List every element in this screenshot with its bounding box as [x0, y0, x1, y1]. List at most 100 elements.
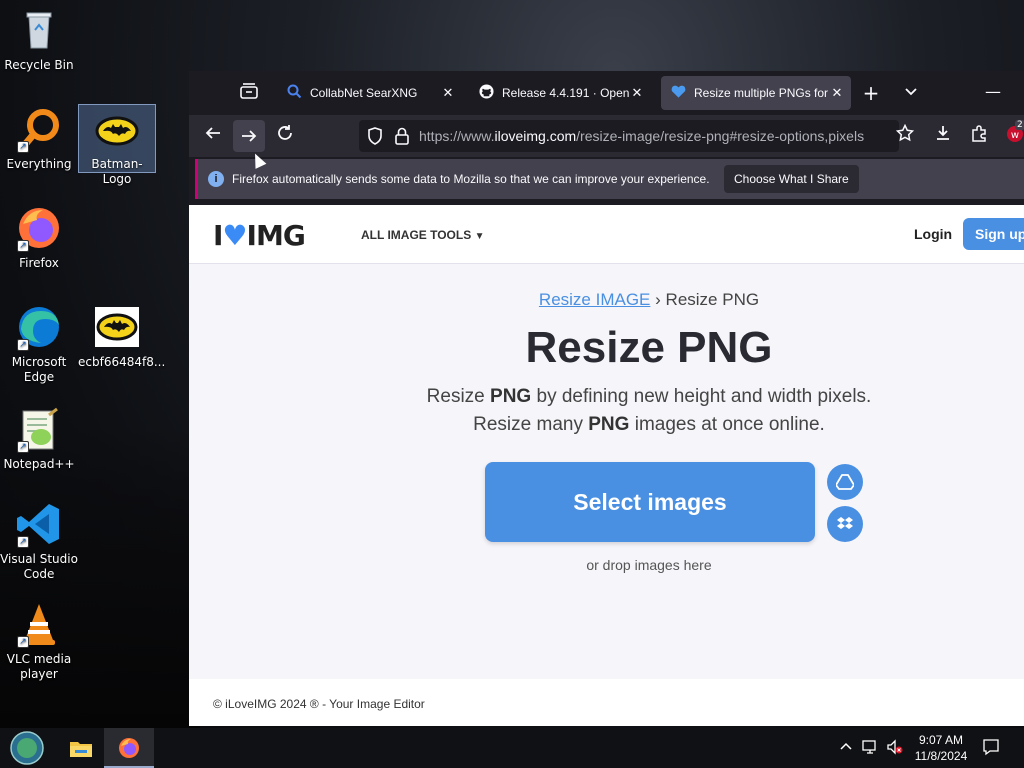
all-image-tools-menu[interactable]: ALL IMAGE TOOLS ▼	[361, 228, 484, 242]
select-images-button[interactable]: Select images	[485, 462, 815, 542]
breadcrumb-separator: ›	[655, 290, 661, 309]
lock-icon[interactable]	[395, 127, 409, 148]
iloveimg-icon	[671, 85, 686, 102]
tab-github-release[interactable]: Release 4.4.191 · Open-Sh ✕	[469, 76, 651, 110]
extension-badge: 2	[1015, 120, 1024, 130]
vscode-icon: ↗	[15, 500, 63, 548]
desktop-icon-label: ecbf66484f8...	[78, 355, 166, 369]
desktop-icon-label: Microsoft Edge	[11, 355, 67, 384]
iloveimg-logo[interactable]: I♥IMG	[213, 219, 306, 252]
reload-icon[interactable]	[273, 124, 297, 148]
shortcut-arrow-icon: ↗	[17, 240, 29, 252]
dropbox-button[interactable]	[827, 506, 863, 542]
svg-text:w: w	[1011, 130, 1019, 141]
back-arrow-icon[interactable]	[201, 124, 225, 148]
site-header: I♥IMG ALL IMAGE TOOLS ▼ Login Sign up	[189, 205, 1024, 264]
login-link[interactable]: Login	[914, 226, 952, 242]
taskbar-file-explorer[interactable]	[56, 728, 106, 768]
firefox-view-icon[interactable]	[237, 83, 261, 103]
signup-button[interactable]: Sign up	[963, 218, 1024, 250]
volume-muted-icon[interactable]	[886, 739, 904, 758]
search-icon	[287, 84, 302, 103]
page-subtitle: Resize PNG by defining new height and wi…	[426, 386, 872, 435]
info-icon: i	[208, 171, 224, 187]
desktop-icon-notepadpp[interactable]: ↗ Notepad++	[0, 405, 78, 472]
desktop-icon-vlc[interactable]: ↗ VLC media player	[0, 600, 78, 682]
firefox-icon: ↗	[15, 204, 63, 252]
start-button[interactable]	[2, 728, 52, 768]
desktop-icon-everything[interactable]: ↗ Everything	[0, 105, 78, 172]
breadcrumb: Resize IMAGE › Resize PNG	[189, 290, 1024, 310]
system-clock[interactable]: 9:07 AM 11/8/2024	[908, 732, 974, 764]
page-title: Resize PNG	[525, 323, 773, 372]
notification-message: Firefox automatically sends some data to…	[232, 172, 710, 186]
desktop-icon-label: Visual Studio Code	[0, 552, 78, 581]
taskbar-firefox[interactable]	[104, 728, 154, 768]
dropbox-icon	[837, 517, 853, 529]
extension-w-icon[interactable]: w 2	[1003, 120, 1024, 148]
network-icon[interactable]	[862, 739, 880, 758]
firefox-icon	[119, 738, 139, 758]
url-bar[interactable]: https://www.iloveimg.com/resize-image/re…	[359, 120, 899, 152]
breadcrumb-link-resize-image[interactable]: Resize IMAGE	[539, 290, 650, 309]
clock-date: 11/8/2024	[914, 749, 968, 763]
start-orb-icon	[10, 731, 44, 765]
action-center-notifications-icon[interactable]	[982, 738, 1000, 759]
drop-images-hint: or drop images here	[586, 557, 712, 573]
vlc-icon: ↗	[15, 600, 63, 648]
forward-arrow-icon[interactable]	[233, 120, 265, 152]
desktop-icon-microsoft-edge[interactable]: ↗ Microsoft Edge	[0, 303, 78, 385]
desktop-icon-label: Firefox	[19, 256, 59, 270]
edge-icon: ↗	[15, 303, 63, 351]
choose-what-i-share-button[interactable]: Choose What I Share	[724, 165, 859, 193]
desktop-icon-batman-image[interactable]: ecbf66484f8...	[78, 303, 165, 370]
desktop-icon-label: Notepad++	[3, 457, 75, 471]
close-tab-icon[interactable]: ✕	[629, 85, 645, 101]
shortcut-arrow-icon: ↗	[17, 339, 29, 351]
extensions-puzzle-icon[interactable]	[967, 124, 991, 148]
desktop-icon-label: Everything	[6, 157, 72, 171]
new-tab-plus-icon[interactable]: +	[859, 81, 883, 105]
tracking-shield-icon[interactable]	[367, 127, 383, 148]
batman-logo-icon	[93, 105, 141, 153]
data-collection-notification-bar: i Firefox automatically sends some data …	[195, 159, 1024, 199]
url-text: https://www.iloveimg.com/resize-image/re…	[419, 128, 865, 144]
desktop-icon-firefox[interactable]: ↗ Firefox	[0, 204, 78, 271]
file-explorer-icon	[70, 742, 92, 757]
tab-bar: CollabNet SearXNG ✕ Release 4.4.191 · Op…	[189, 71, 1024, 115]
site-footer: © iLoveIMG 2024 ® - Your Image Editor	[189, 679, 1024, 726]
heart-icon: ♥	[222, 219, 247, 252]
shortcut-arrow-icon: ↗	[17, 141, 29, 153]
web-page: I♥IMG ALL IMAGE TOOLS ▼ Login Sign up Re…	[189, 205, 1024, 726]
desktop-icon-vscode[interactable]: ↗ Visual Studio Code	[0, 500, 78, 582]
taskbar: 9:07 AM 11/8/2024	[0, 728, 1024, 768]
list-tabs-chevron-down-icon[interactable]	[899, 81, 923, 105]
tab-label: Resize multiple PNGs for	[694, 86, 829, 100]
tab-label: Release 4.4.191 · Open-Sh	[502, 86, 629, 100]
footer-copyright: © iLoveIMG 2024 ® - Your Image Editor	[213, 697, 425, 711]
tab-searxng[interactable]: CollabNet SearXNG ✕	[277, 76, 462, 110]
desktop-icon-recycle-bin[interactable]: Recycle Bin	[0, 6, 78, 73]
github-icon	[479, 84, 494, 102]
minimize-window-icon[interactable]: —	[981, 81, 1005, 105]
close-tab-icon[interactable]: ✕	[440, 85, 456, 101]
tab-label: CollabNet SearXNG	[310, 86, 418, 100]
show-hidden-icons-chevron-up-icon[interactable]	[840, 740, 852, 754]
desktop-icon-label: Batman-Logo	[91, 157, 143, 186]
google-drive-button[interactable]	[827, 464, 863, 500]
desktop-icon-label: Recycle Bin	[4, 58, 74, 72]
notepadpp-icon: ↗	[15, 405, 63, 453]
caret-down-icon: ▼	[474, 231, 485, 242]
shortcut-arrow-icon: ↗	[17, 636, 29, 648]
desktop-icon-label: VLC media player	[6, 652, 72, 681]
close-tab-icon[interactable]: ✕	[829, 85, 845, 101]
desktop-icon-batman-logo[interactable]: Batman-Logo	[78, 104, 156, 186]
shortcut-arrow-icon: ↗	[17, 536, 29, 548]
bookmark-star-icon[interactable]	[893, 123, 917, 148]
everything-icon: ↗	[15, 105, 63, 153]
firefox-window: CollabNet SearXNG ✕ Release 4.4.191 · Op…	[189, 71, 1024, 726]
downloads-icon[interactable]	[931, 124, 955, 148]
recycle-bin-icon	[15, 6, 63, 54]
tab-iloveimg[interactable]: Resize multiple PNGs for ✕	[661, 76, 851, 110]
navigation-toolbar: https://www.iloveimg.com/resize-image/re…	[189, 115, 1024, 157]
